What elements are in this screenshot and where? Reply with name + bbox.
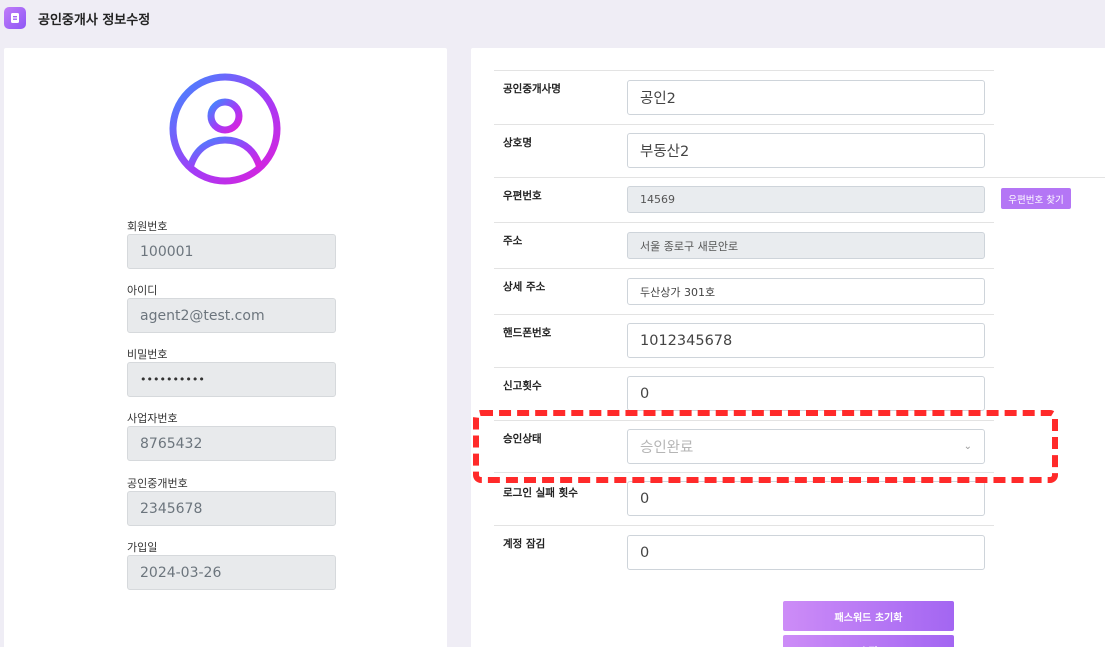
- report-count-input[interactable]: 0: [627, 376, 985, 411]
- highlight-box: [473, 410, 1058, 483]
- join-date-label: 가입일: [127, 541, 158, 554]
- business-name-row: 상호명 부동산2: [494, 124, 994, 177]
- password-input[interactable]: ••••••••••: [127, 362, 336, 397]
- address-row: 주소 서울 종로구 새문안로: [494, 222, 994, 268]
- password-label: 비밀번호: [127, 348, 168, 361]
- user-id-field: 아이디 agent2@test.com: [127, 282, 337, 333]
- top-bar: 공인중개사 정보수정: [0, 0, 1105, 36]
- business-name-label: 상호명: [503, 137, 532, 149]
- address-detail-input[interactable]: 두산상가 301호: [627, 278, 985, 305]
- business-name-input[interactable]: 부동산2: [627, 133, 985, 168]
- business-number-input[interactable]: 8765432: [127, 426, 336, 461]
- account-lock-input[interactable]: 0: [627, 535, 985, 570]
- postal-code-input[interactable]: 14569: [627, 186, 985, 213]
- address-label: 주소: [503, 235, 523, 247]
- page-title: 공인중개사 정보수정: [38, 12, 151, 28]
- business-number-label: 사업자번호: [127, 412, 178, 425]
- member-number-label: 회원번호: [127, 220, 168, 233]
- report-count-label: 신고횟수: [503, 380, 542, 392]
- address-detail-row: 상세 주소 두산상가 301호: [494, 268, 994, 314]
- agent-name-label: 공인중개사명: [503, 83, 561, 95]
- broker-number-label: 공인중개번호: [127, 477, 188, 490]
- phone-label: 핸드폰번호: [503, 327, 552, 339]
- broker-number-input[interactable]: 2345678: [127, 491, 336, 526]
- user-id-label: 아이디: [127, 284, 158, 297]
- find-postal-code-button[interactable]: 우편번호 찾기: [1001, 188, 1071, 209]
- business-number-field: 사업자번호 8765432: [127, 410, 337, 461]
- user-id-input[interactable]: agent2@test.com: [127, 298, 336, 333]
- phone-row: 핸드폰번호 1012345678: [494, 314, 994, 367]
- profile-card: 회원번호 100001 아이디 agent2@test.com 비밀번호 •••…: [4, 48, 447, 647]
- phone-input[interactable]: 1012345678: [627, 323, 985, 358]
- account-lock-label: 계정 잠김: [503, 538, 546, 550]
- account-lock-row: 계정 잠김 0: [494, 525, 994, 579]
- join-date-field: 가입일 2024-03-26: [127, 539, 337, 590]
- broker-number-field: 공인중개번호 2345678: [127, 475, 337, 526]
- login-fail-count-label: 로그인 실패 횟수: [503, 487, 578, 499]
- reset-password-button[interactable]: 패스워드 초기화: [783, 601, 954, 631]
- member-number-field: 회원번호 100001: [127, 218, 337, 269]
- agent-name-input[interactable]: 공인2: [627, 80, 985, 115]
- password-field: 비밀번호 ••••••••••: [127, 346, 337, 397]
- address-input[interactable]: 서울 종로구 새문안로: [627, 232, 985, 259]
- member-number-input[interactable]: 100001: [127, 234, 336, 269]
- agent-name-row: 공인중개사명 공인2: [494, 70, 994, 124]
- address-detail-label: 상세 주소: [503, 281, 546, 293]
- submit-edit-button[interactable]: 수정: [783, 635, 954, 647]
- login-fail-count-input[interactable]: 0: [627, 481, 985, 516]
- edit-form-card: 공인중개사명 공인2 상호명 부동산2 우편번호 14569 주소 서울 종로구…: [471, 48, 1105, 647]
- join-date-input[interactable]: 2024-03-26: [127, 555, 336, 590]
- user-circle-icon: [166, 70, 284, 188]
- postal-code-label: 우편번호: [503, 190, 542, 202]
- app-icon: [4, 7, 26, 29]
